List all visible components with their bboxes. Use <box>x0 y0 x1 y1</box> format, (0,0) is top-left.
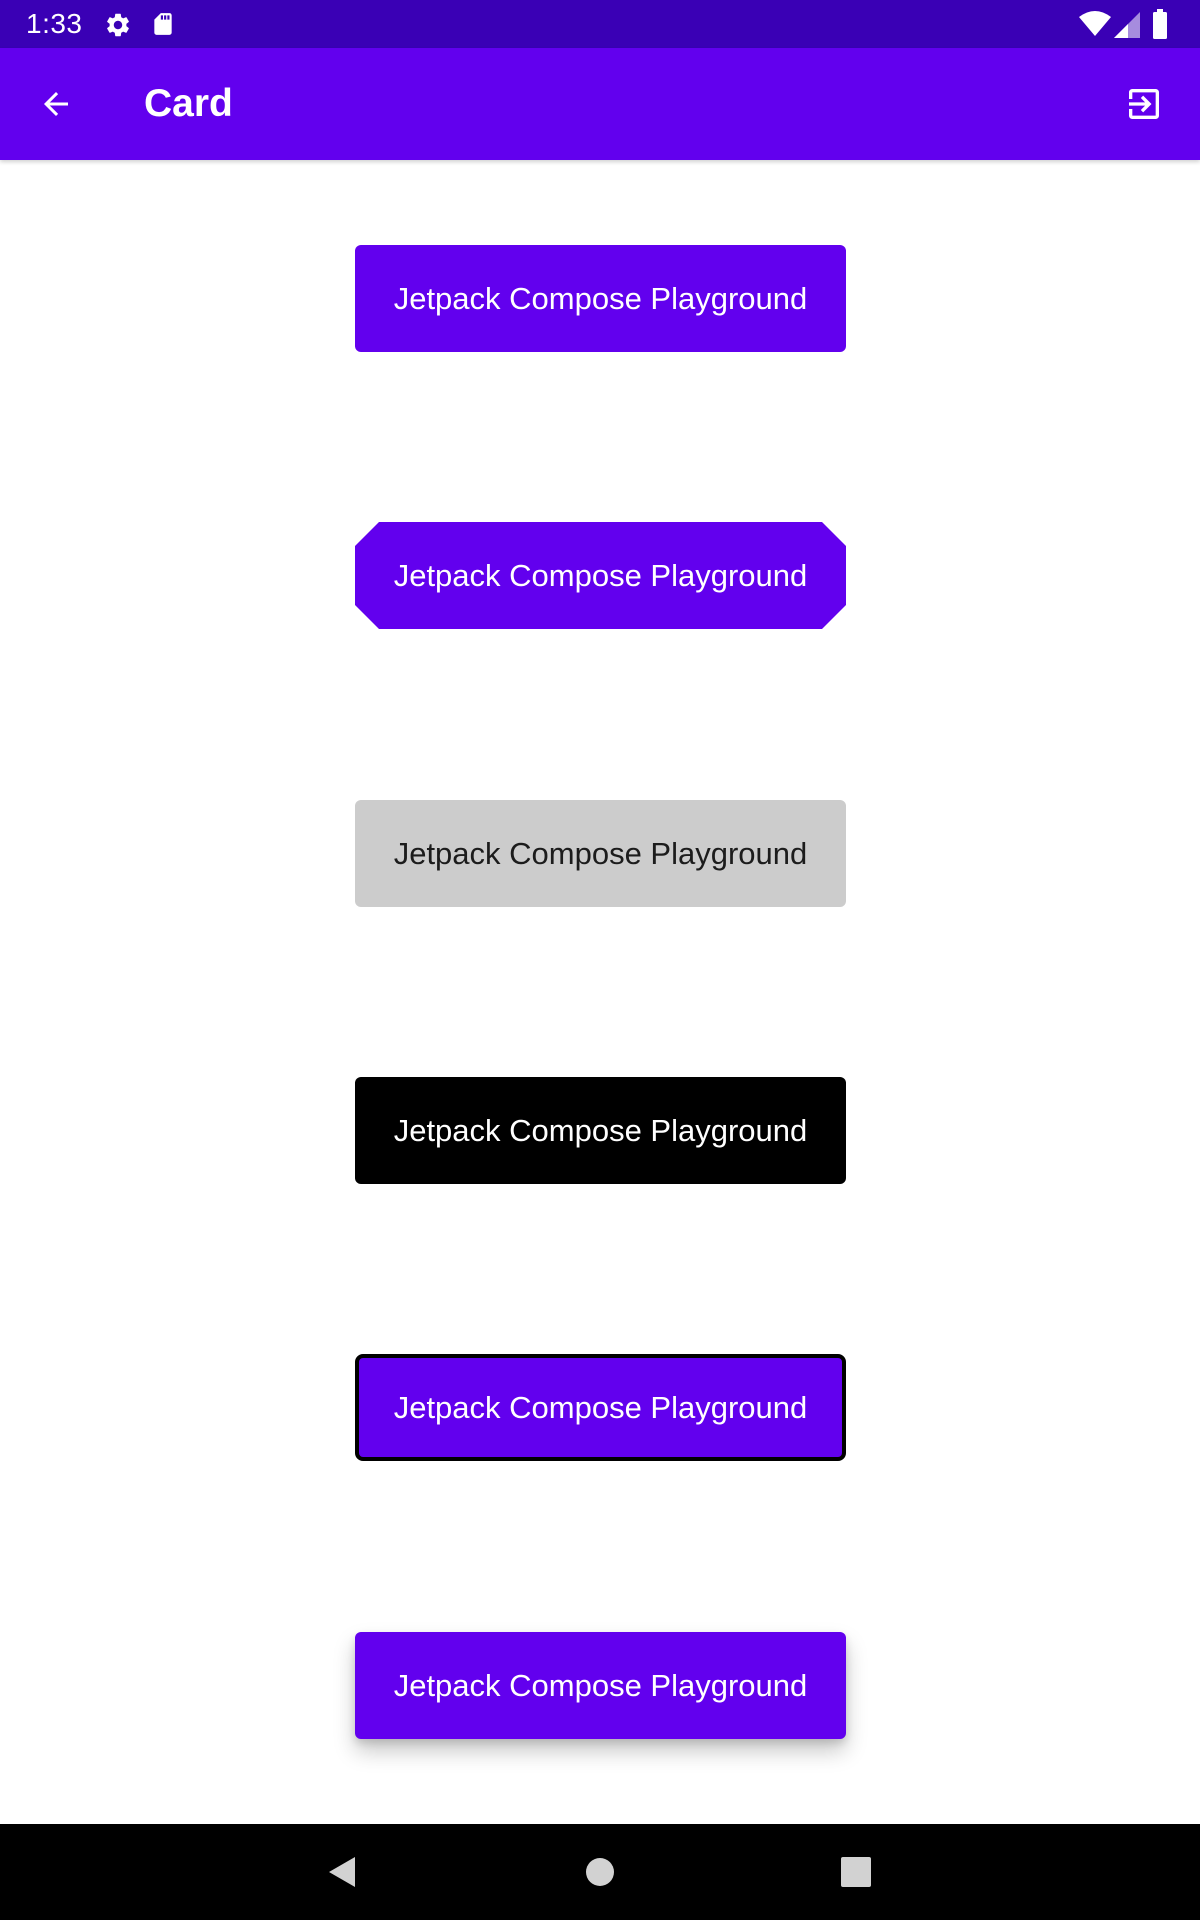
back-button[interactable] <box>28 76 84 132</box>
status-time: 1:33 <box>26 8 83 39</box>
back-triangle-icon <box>329 1857 355 1887</box>
card-label: Jetpack Compose Playground <box>393 1667 808 1703</box>
card-label: Jetpack Compose Playground <box>393 280 808 316</box>
nav-home-button[interactable] <box>576 1848 624 1896</box>
recents-square-icon <box>841 1857 871 1887</box>
card-cut-corner[interactable]: Jetpack Compose Playground <box>355 522 846 629</box>
card-gray[interactable]: Jetpack Compose Playground <box>355 800 846 907</box>
card-label: Jetpack Compose Playground <box>393 1389 808 1425</box>
status-bar: 1:33 <box>0 0 1200 48</box>
card-black[interactable]: Jetpack Compose Playground <box>355 1077 846 1184</box>
card-elevated[interactable]: Jetpack Compose Playground <box>355 1632 846 1739</box>
page-title: Card <box>144 82 233 125</box>
battery-icon <box>1153 9 1167 39</box>
exit-button[interactable] <box>1116 76 1172 132</box>
card-label: Jetpack Compose Playground <box>393 557 808 593</box>
cellular-signal-icon <box>1114 12 1140 38</box>
card-label: Jetpack Compose Playground <box>393 1112 808 1148</box>
arrow-back-icon <box>44 92 68 116</box>
wifi-icon <box>1079 11 1111 36</box>
card-label: Jetpack Compose Playground <box>393 835 808 871</box>
exit-to-app-icon <box>1129 89 1159 119</box>
settings-icon <box>107 13 129 37</box>
system-navigation-bar <box>0 1824 1200 1920</box>
top-app-bar: Card <box>0 48 1200 160</box>
card-rounded[interactable]: Jetpack Compose Playground <box>355 245 846 352</box>
card-bordered[interactable]: Jetpack Compose Playground <box>355 1354 846 1461</box>
card-list: Jetpack Compose Playground Jetpack Compo… <box>0 160 1200 1824</box>
home-circle-icon <box>586 1858 614 1886</box>
nav-back-button[interactable] <box>318 1848 366 1896</box>
sd-card-icon <box>154 13 172 35</box>
nav-recents-button[interactable] <box>832 1848 880 1896</box>
